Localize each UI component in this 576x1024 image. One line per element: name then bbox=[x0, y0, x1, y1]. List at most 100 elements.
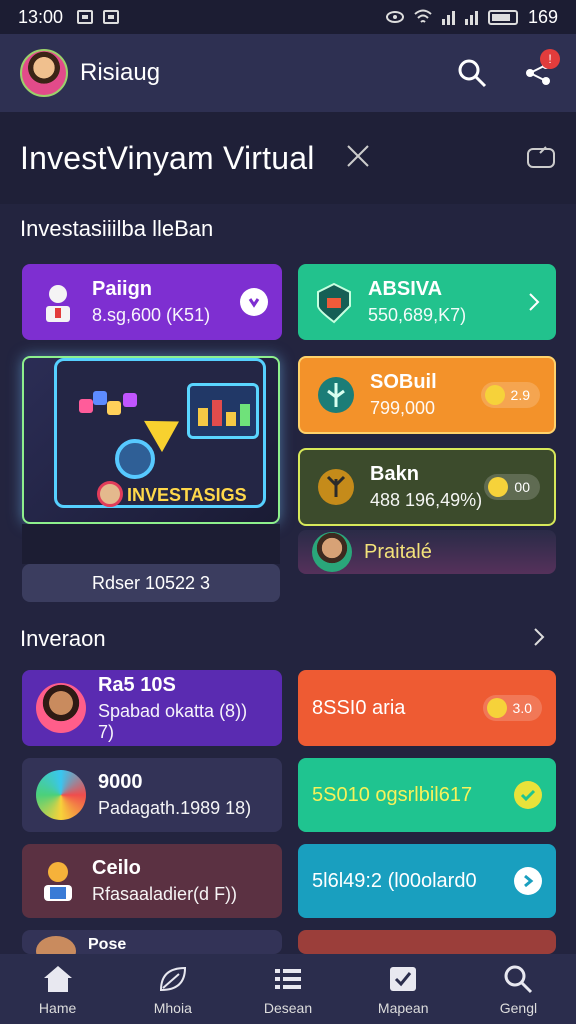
list-card-pose[interactable]: Pose bbox=[22, 930, 282, 954]
list-card-right-1[interactable]: 8SSI0 aria 3.0 bbox=[298, 670, 556, 746]
coin-graphic bbox=[115, 439, 155, 479]
card-title: SOBuil bbox=[370, 371, 437, 393]
avatar[interactable] bbox=[20, 49, 68, 97]
nav-item-gengl[interactable]: Gengl bbox=[461, 954, 576, 1024]
image-icon bbox=[103, 10, 120, 24]
list-card-right-2[interactable]: 5S010 ogsrlbil617 bbox=[298, 758, 556, 832]
card-title: 5S010 ogsrlbil617 bbox=[312, 783, 473, 806]
promo-label: INVESTASIGS bbox=[127, 485, 247, 505]
nav-item-desean[interactable]: Desean bbox=[230, 954, 345, 1024]
leaf-icon bbox=[159, 966, 186, 992]
list-icon bbox=[275, 969, 301, 989]
home-icon bbox=[43, 966, 72, 992]
list-card-right-3[interactable]: 5l6l49:2 (l00olard0 bbox=[298, 844, 556, 918]
coin-icon bbox=[484, 385, 505, 405]
pill-value: 00 bbox=[514, 479, 530, 495]
nav-label: Mapean bbox=[377, 1000, 429, 1016]
arrow-graphic bbox=[144, 405, 188, 453]
card-title: Paiign bbox=[92, 278, 153, 300]
pill-value: 2.9 bbox=[510, 387, 530, 403]
coin-icon bbox=[488, 477, 509, 497]
coin-pill: 2.9 bbox=[480, 382, 540, 408]
card-title: 5l6l49:2 (l00olard0 bbox=[312, 869, 477, 892]
card-subtitle: Padagath.1989 18) bbox=[98, 798, 252, 818]
investment-card-paiign[interactable]: Paiign 8.sg,600 (K51) bbox=[22, 264, 282, 340]
avatar bbox=[36, 683, 86, 733]
list-card-9000[interactable]: 9000 Padagath.1989 18) bbox=[22, 758, 282, 832]
nav-item-mhoia[interactable]: Mhoia bbox=[115, 954, 230, 1024]
chevron-right-icon[interactable] bbox=[526, 292, 542, 312]
section-title: Investasiiilba lleBan bbox=[20, 216, 214, 241]
nav-label: Hame bbox=[38, 1000, 77, 1016]
card-subtitle: 488 196,49%) bbox=[370, 490, 483, 510]
card-subtitle: Rfasaaladier(d F)) bbox=[92, 884, 238, 904]
investment-card-praitale[interactable]: Praitalé bbox=[298, 530, 556, 574]
person-graphic bbox=[97, 481, 123, 507]
card-subtitle: Spabad okatta (8)) 7) bbox=[97, 700, 248, 742]
card-subtitle: 799,000 bbox=[370, 398, 436, 418]
nav-label: Gengl bbox=[499, 1000, 538, 1016]
chevron-button[interactable] bbox=[240, 288, 268, 316]
app-header: Risiaug ! bbox=[0, 34, 576, 112]
list-card-ceilo[interactable]: Ceilo Rfasaaladier(d F)) bbox=[22, 844, 282, 918]
blocks-graphic bbox=[79, 391, 141, 421]
search-button[interactable] bbox=[454, 55, 490, 91]
check-button[interactable] bbox=[514, 781, 542, 809]
nav-label: Desean bbox=[263, 1000, 313, 1016]
avatar bbox=[36, 936, 76, 954]
promo-footer[interactable]: Rdser 10522 3 bbox=[22, 564, 280, 602]
investment-card-bakn[interactable]: Bakn 488 196,49%) 00 bbox=[298, 448, 556, 526]
list-card-right-4[interactable] bbox=[298, 930, 556, 954]
plant-icon bbox=[318, 469, 354, 505]
signal-icon bbox=[441, 9, 455, 25]
pill-value: 3.0 bbox=[512, 700, 532, 716]
close-icon bbox=[346, 144, 369, 167]
nav-item-home[interactable]: Hame bbox=[0, 954, 115, 1024]
chart-icon bbox=[36, 770, 86, 820]
card-title: Praitalé bbox=[364, 540, 432, 563]
card-title: Pose bbox=[88, 936, 127, 953]
share-button[interactable]: ! bbox=[520, 49, 560, 91]
coin-pill: 00 bbox=[484, 474, 540, 500]
chevron-right-icon bbox=[524, 874, 534, 888]
external-button[interactable] bbox=[526, 143, 556, 174]
battery-level: 169 bbox=[527, 6, 558, 27]
section-title: Inveraon bbox=[20, 626, 106, 651]
coin-pill: 3.0 bbox=[482, 695, 542, 721]
notification-icon bbox=[77, 10, 94, 24]
investment-card-sobuil[interactable]: SOBuil 799,000 2.9 bbox=[298, 356, 556, 434]
nav-label: Mhoia bbox=[153, 1000, 192, 1016]
card-title: Bakn bbox=[370, 463, 419, 485]
chevron-right-icon[interactable] bbox=[532, 626, 546, 648]
search-icon bbox=[504, 965, 533, 994]
camera-icon bbox=[527, 145, 555, 168]
nav-item-mapean[interactable]: Mapean bbox=[346, 954, 461, 1024]
bottom-nav: Hame Mhoia Desean Mapean Gengl bbox=[0, 954, 576, 1024]
battery-icon bbox=[487, 9, 518, 25]
investment-card-absiva[interactable]: ABSIVA 550,689,K7) bbox=[298, 264, 556, 340]
card-title: ABSIVA bbox=[368, 278, 443, 300]
status-bar: 13:00 169 bbox=[0, 0, 576, 34]
page-title: InvestVinyam Virtual bbox=[20, 139, 315, 176]
card-title: 9000 bbox=[98, 771, 143, 793]
promo-frame: INVESTASIGS bbox=[54, 358, 266, 508]
card-title: Ra5 10S bbox=[97, 673, 176, 696]
check-icon bbox=[390, 967, 417, 991]
eye-icon bbox=[385, 11, 404, 23]
app-name: Risiaug bbox=[80, 59, 161, 86]
card-title: 8SSI0 aria bbox=[312, 696, 406, 719]
search-icon bbox=[458, 59, 487, 88]
promo-banner[interactable]: INVESTASIGS bbox=[22, 356, 280, 524]
close-button[interactable] bbox=[345, 143, 371, 174]
profile-avatar bbox=[312, 532, 352, 572]
chevron-button[interactable] bbox=[514, 867, 542, 895]
card-title: Ceilo bbox=[92, 857, 141, 879]
chef-icon bbox=[46, 285, 70, 322]
list-card-ras[interactable]: Ra5 10S Spabad okatta (8)) 7) bbox=[22, 670, 282, 746]
promo-spacer bbox=[22, 524, 280, 564]
monitor-graphic bbox=[187, 383, 259, 439]
check-icon bbox=[520, 789, 536, 802]
wifi-icon bbox=[414, 9, 432, 23]
status-time: 13:00 bbox=[18, 6, 64, 27]
signal-icon-2 bbox=[464, 9, 478, 25]
